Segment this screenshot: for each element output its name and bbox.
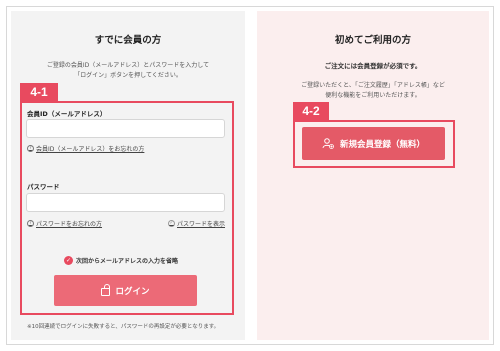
login-button-label: ログイン: [115, 286, 150, 297]
password-label: パスワード: [27, 183, 60, 191]
new-user-subtitle: ご注文には会員登録が必須です。: [324, 62, 422, 70]
login-button[interactable]: ログイン: [54, 275, 197, 306]
checkbox-checked-icon: ✓: [64, 256, 73, 265]
register-button-label: 新規会員登録（無料）: [339, 139, 425, 150]
new-user-desc-1: ご登録いただくと、「ご注文履歴」「アドレス帳」など: [301, 82, 445, 89]
forgot-password-link-text: パスワードをお忘れの方: [36, 221, 103, 228]
password-input[interactable]: [26, 193, 225, 212]
new-user-title: 初めてご利用の方: [334, 35, 411, 46]
member-desc-1: ご登録の会員ID（メールアドレス）とパスワードを入力して: [46, 62, 210, 69]
member-desc-2: 「ログイン」ボタンを押してください。: [74, 72, 182, 79]
new-user-desc-2: 便利な機能をご利用いただけます。: [325, 92, 421, 99]
forgot-password-link[interactable]: ? パスワードをお忘れの方: [27, 219, 102, 228]
remember-email-label: 次回からメールアドレスの入力を省略: [76, 258, 179, 265]
register-button[interactable]: 新規会員登録（無料）: [302, 127, 445, 160]
question-circle-icon: ?: [27, 145, 34, 152]
show-password-toggle[interactable]: ✓ パスワードを表示: [168, 219, 225, 228]
login-failure-note: ※10回連続でログインに失敗すると、パスワードの再設定が必要となります。: [27, 324, 220, 330]
lock-icon: [101, 284, 111, 296]
forgot-id-link-text: 会員ID（メールアドレス）をお忘れの方: [36, 146, 145, 153]
question-circle-icon: ?: [27, 220, 34, 227]
new-user-panel: 初めてご利用の方 ご注文には会員登録が必須です。 ご登録いただくと、「ご注文履歴…: [257, 11, 489, 340]
member-id-label: 会員ID（メールアドレス）: [27, 110, 107, 118]
member-title: すでに会員の方: [94, 35, 162, 46]
forgot-id-link[interactable]: ? 会員ID（メールアドレス）をお忘れの方: [27, 144, 144, 153]
member-id-input[interactable]: [26, 119, 225, 138]
show-password-text: パスワードを表示: [177, 221, 226, 228]
step-tag-4-1: 4-1: [20, 83, 58, 102]
step-tag-4-2: 4-2: [293, 102, 329, 121]
user-add-icon: [322, 138, 334, 149]
remember-email-checkbox[interactable]: ✓ 次回からメールアドレスの入力を省略: [64, 256, 178, 265]
check-circle-icon: ✓: [168, 220, 175, 227]
